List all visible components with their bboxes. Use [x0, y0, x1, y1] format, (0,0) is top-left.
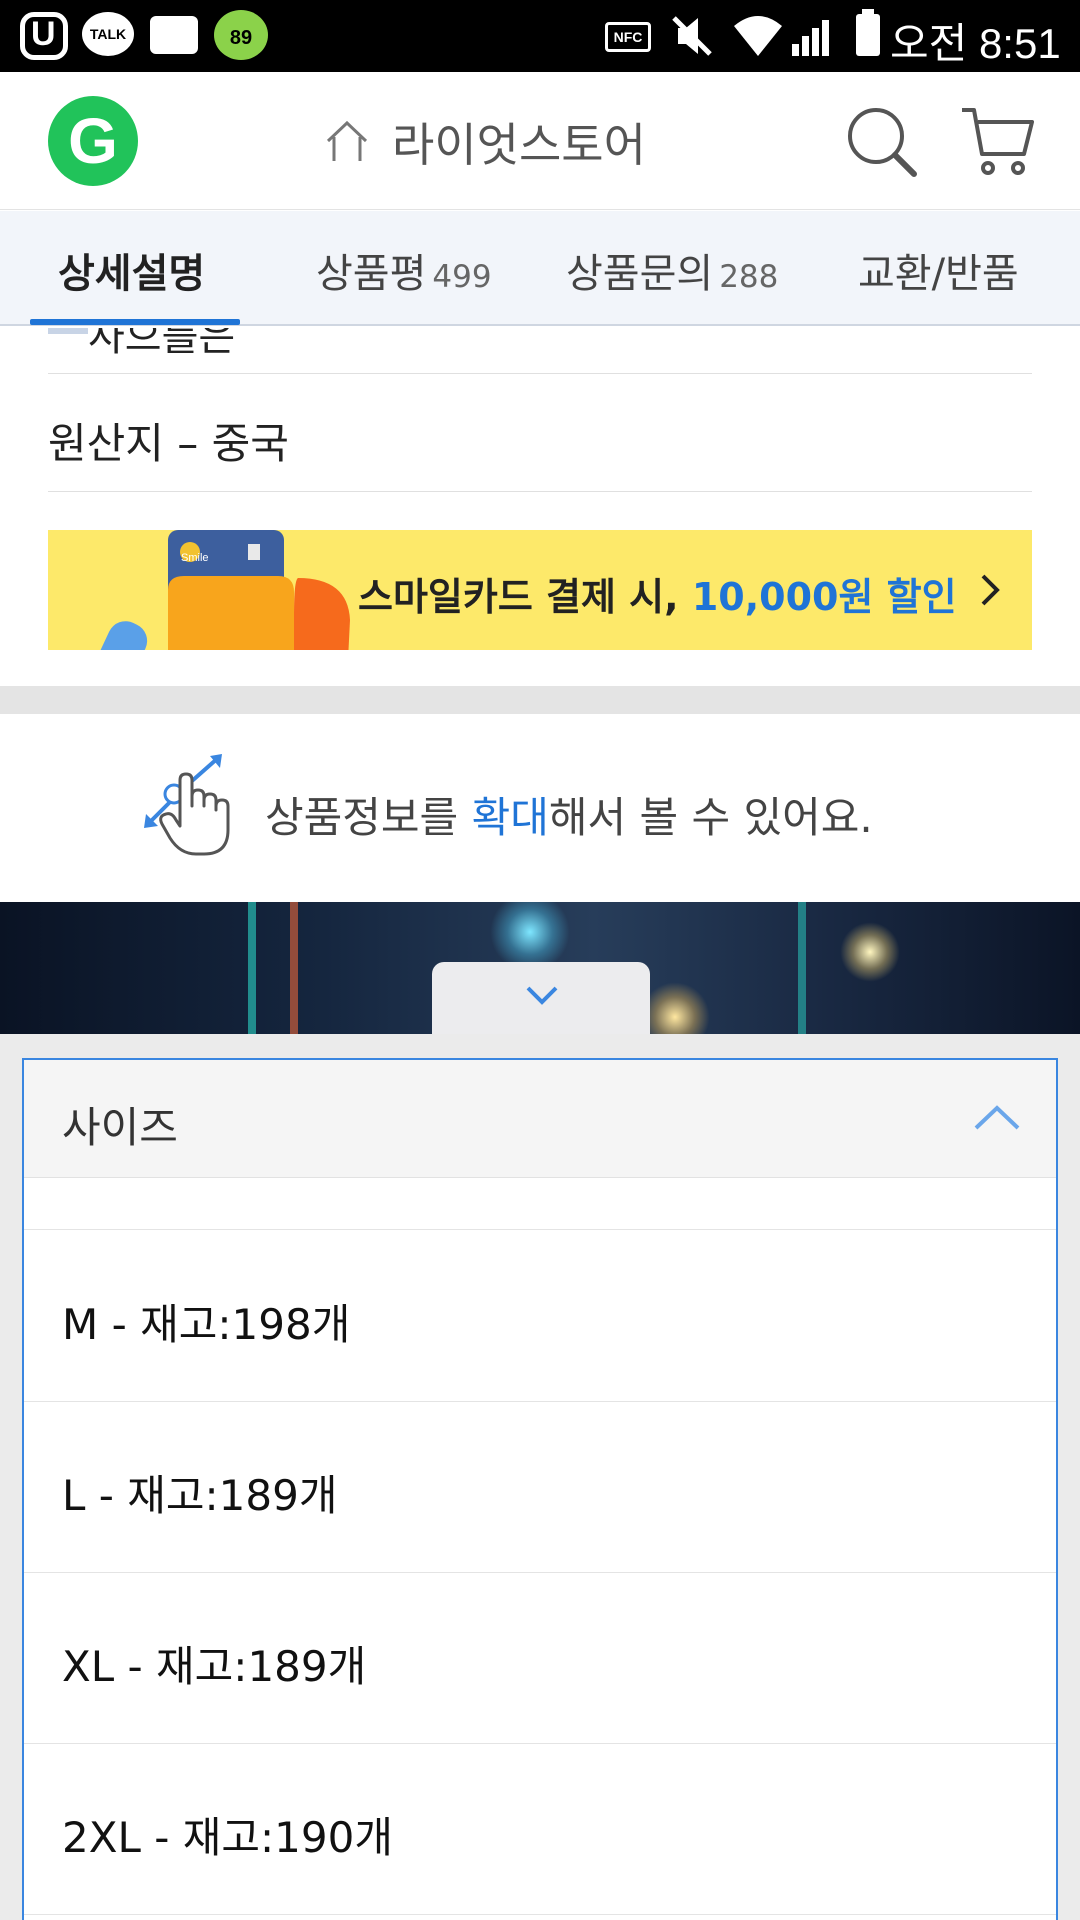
zoom-notice: 상품정보를 확대해서 볼 수 있어요.	[0, 714, 1080, 902]
card-logo-text: Smile	[181, 552, 209, 564]
banner-discount: 10,000원 할인	[691, 575, 957, 619]
nfc-icon: NFC	[605, 22, 651, 52]
spec-row-partial: 사으를은	[48, 328, 1032, 374]
tab-label: 상세설명	[58, 251, 206, 297]
gmarket-logo[interactable]: G	[48, 96, 138, 186]
pinch-zoom-icon	[144, 754, 230, 856]
image-light-streak	[290, 902, 298, 1034]
bullet-bar	[48, 328, 88, 334]
zoom-text-suffix: 해서 볼 수 있어요.	[548, 793, 873, 842]
paw-badge-icon: 89	[214, 10, 268, 60]
option-label: 2XL - 재고:190개	[62, 1813, 393, 1862]
detail-tabs: 상세설명 상품평 499 상품문의 288 교환/반품	[0, 211, 1080, 326]
battery-icon	[856, 9, 880, 56]
tab-count: 499	[432, 259, 492, 295]
cart-icon[interactable]	[958, 102, 1038, 182]
tab-label: 상품평	[316, 251, 427, 297]
message-icon	[150, 16, 198, 54]
chevron-down-icon	[526, 986, 558, 1005]
tab-count: 288	[719, 259, 779, 295]
spec-text-partial: 사으를은	[88, 328, 236, 360]
uplus-icon: U	[20, 12, 68, 60]
zoom-notice-text: 상품정보를 확대해서 볼 수 있어요.	[265, 784, 873, 845]
tab-questions[interactable]: 상품문의 288	[566, 241, 778, 299]
option-label: L - 재고:189개	[62, 1471, 338, 1520]
banner-text-prefix: 스마일카드 결제 시,	[358, 575, 692, 619]
status-bar: U TALK 89 NFC 오전 8:51	[0, 0, 1080, 72]
mute-icon	[672, 16, 712, 56]
image-glow	[640, 982, 710, 1034]
chevron-right-icon	[981, 574, 1000, 606]
wifi-icon	[734, 16, 782, 56]
section-divider	[0, 686, 1080, 714]
card-illustration	[98, 530, 350, 650]
origin-text: 원산지 – 중국	[48, 419, 289, 468]
option-label: M - 재고:198개	[62, 1300, 351, 1349]
image-light-streak	[798, 902, 806, 1034]
chevron-up-icon	[974, 1105, 1020, 1130]
collapse-options-button[interactable]	[432, 962, 650, 1034]
option-label: XL - 재고:189개	[62, 1642, 367, 1691]
zoom-text-highlight: 확대	[471, 793, 549, 842]
option-item-2xl[interactable]: 2XL - 재고:190개	[24, 1744, 1056, 1915]
option-item-partial	[24, 1180, 1056, 1230]
spec-row-origin: 원산지 – 중국	[48, 376, 1032, 492]
app-header: G 라이엇스토어	[0, 72, 1080, 210]
option-item-xl[interactable]: XL - 재고:189개	[24, 1573, 1056, 1744]
size-select-header[interactable]: 사이즈	[24, 1060, 1056, 1178]
tab-description[interactable]: 상세설명	[58, 241, 205, 299]
active-tab-indicator	[30, 319, 240, 325]
signal-icon	[792, 20, 829, 56]
size-select-label: 사이즈	[62, 1103, 178, 1152]
image-glow	[840, 922, 900, 982]
tab-reviews[interactable]: 상품평 499	[316, 241, 492, 299]
clock: 오전 8:51	[890, 20, 1061, 67]
option-item-l[interactable]: L - 재고:189개	[24, 1402, 1056, 1573]
tab-exchange-return[interactable]: 교환/반품	[858, 241, 1019, 299]
size-select: 사이즈 M - 재고:198개 L - 재고:189개 XL - 재고:189개…	[22, 1058, 1058, 1920]
tab-label: 교환/반품	[858, 251, 1019, 297]
zoom-text-prefix: 상품정보를	[265, 793, 472, 842]
store-link[interactable]: 라이엇스토어	[322, 112, 646, 172]
image-light-streak	[248, 902, 256, 1034]
kakaotalk-icon: TALK	[82, 12, 134, 56]
tab-label: 상품문의	[566, 251, 714, 297]
store-name: 라이엇스토어	[392, 118, 646, 172]
home-icon	[326, 120, 368, 161]
smilecard-banner[interactable]: Smile 스마일카드 결제 시, 10,000원 할인	[48, 530, 1032, 650]
search-icon[interactable]	[842, 102, 922, 182]
banner-text: 스마일카드 결제 시, 10,000원 할인	[358, 566, 957, 621]
option-item-m[interactable]: M - 재고:198개	[24, 1231, 1056, 1402]
